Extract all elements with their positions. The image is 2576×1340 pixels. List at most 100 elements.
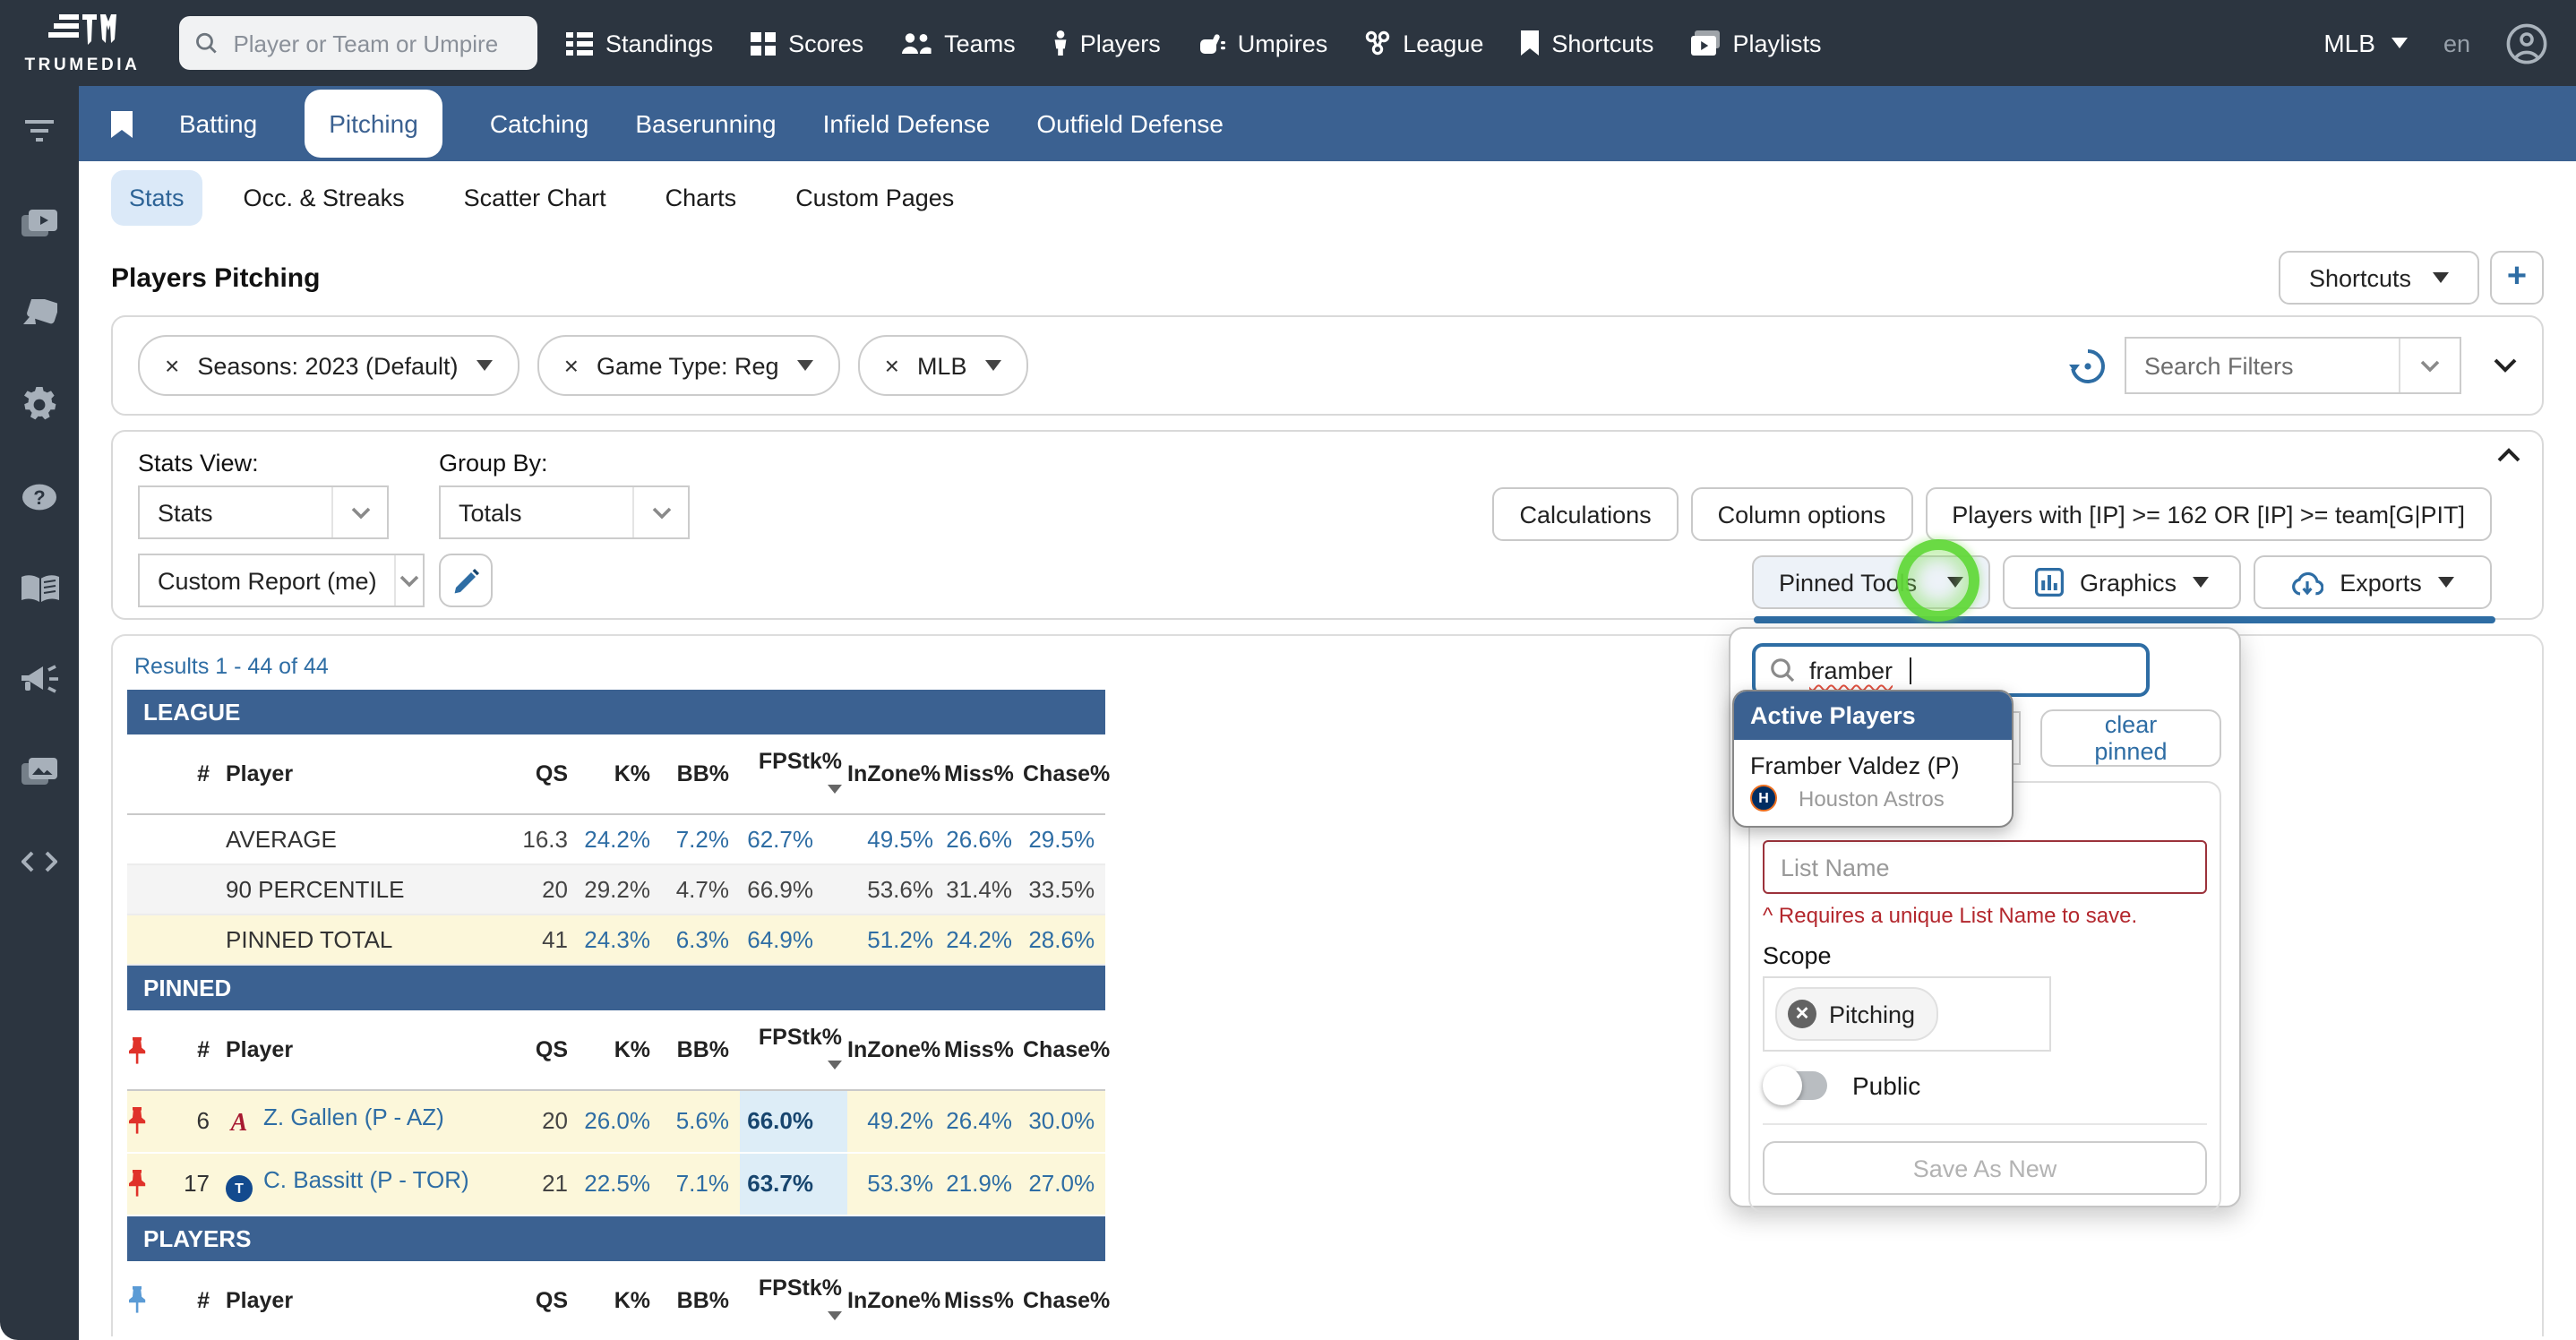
pinned-tools-button[interactable]: Pinned Tools — [1752, 555, 1990, 609]
section-bar-players: PLAYERS — [127, 1215, 1105, 1260]
user-avatar[interactable] — [2506, 22, 2547, 64]
pin-player-search[interactable]: framber — [1752, 643, 2150, 697]
nav-item-standings[interactable]: Standings — [566, 30, 713, 56]
player-filter-expression-button[interactable]: Players with [IP] >= 162 OR [IP] >= team… — [1925, 487, 2492, 541]
column-options-button[interactable]: Column options — [1691, 487, 1913, 541]
remove-filter-icon[interactable]: × — [885, 353, 899, 378]
language-toggle[interactable]: en — [2443, 30, 2470, 56]
scope-box[interactable]: ✕ Pitching — [1763, 976, 2051, 1052]
section-tabs: Batting Pitching Catching Baserunning In… — [79, 86, 2576, 161]
pin-icon-red[interactable] — [127, 1036, 147, 1063]
nav-item-umpires[interactable]: Umpires — [1198, 30, 1328, 56]
nav-item-playlists[interactable]: Playlists — [1691, 30, 1821, 56]
scope-label: Scope — [1763, 942, 2207, 969]
chevron-down-icon — [2391, 38, 2408, 48]
filter-pill-mlb[interactable]: × MLB — [858, 335, 1028, 396]
chevron-down-icon — [2433, 272, 2449, 283]
controls-collapse-chevron[interactable] — [2497, 448, 2520, 462]
nav-item-players[interactable]: Players — [1053, 30, 1161, 56]
open-menu-accent-line — [1754, 616, 2495, 623]
search-filters-select[interactable] — [2125, 337, 2461, 394]
exports-button[interactable]: Exports — [2254, 555, 2492, 609]
announcements-megaphone-icon[interactable] — [20, 659, 59, 699]
remove-filter-icon[interactable]: × — [165, 353, 179, 378]
table-header-row: # Player QS K% BB% FPStk% InZone% Miss% … — [127, 1260, 1105, 1340]
media-gallery-icon[interactable] — [20, 751, 59, 790]
col-inzone-pct[interactable]: InZone% — [847, 734, 944, 814]
remove-scope-icon[interactable]: ✕ — [1788, 1000, 1816, 1028]
clear-pinned-button[interactable]: clear pinned — [2040, 709, 2221, 767]
col-miss-pct[interactable]: Miss% — [944, 734, 1023, 814]
help-icon[interactable]: ? — [20, 477, 59, 516]
pinned-player-row: 6 Z. Gallen (P - AZ) 20 26.0% 5.6% 66.0%… — [127, 1090, 1105, 1152]
group-by-select[interactable]: Totals — [439, 485, 690, 539]
nav-item-shortcuts[interactable]: Shortcuts — [1521, 30, 1653, 56]
search-filters-input[interactable] — [2126, 352, 2399, 379]
tab-outfield-defense[interactable]: Outfield Defense — [1036, 86, 1224, 161]
stats-view-select[interactable]: Stats — [138, 485, 389, 539]
col-qs[interactable]: QS — [500, 734, 579, 814]
league-90th-percentile-row: 90 PERCENTILE 20 29.2% 4.7% 66.9% 53.6% … — [127, 864, 1105, 915]
video-playlists-icon[interactable] — [20, 202, 59, 242]
pinned-player-row: 17 C. Bassitt (P - TOR) 21 22.5% 7.1% 63… — [127, 1152, 1105, 1215]
player-link[interactable]: C. Bassitt (P - TOR) — [263, 1165, 469, 1192]
tab-occ-streaks[interactable]: Occ. & Streaks — [226, 169, 423, 225]
tab-pitching[interactable]: Pitching — [304, 90, 443, 158]
presentation-icon[interactable] — [20, 294, 59, 333]
custom-report-select[interactable]: Custom Report (me) — [138, 554, 425, 607]
col-chase-pct[interactable]: Chase% — [1023, 734, 1105, 814]
save-as-new-button[interactable]: Save As New — [1763, 1141, 2207, 1195]
stats-table: LEAGUE # Player QS K% BB% FPStk% InZone%… — [127, 690, 1105, 1340]
tab-scatter-chart[interactable]: Scatter Chart — [446, 169, 624, 225]
filter-pill-seasons[interactable]: × Seasons: 2023 (Default) — [138, 335, 519, 396]
tab-charts[interactable]: Charts — [648, 169, 755, 225]
playlists-icon — [1691, 30, 1720, 56]
nav-item-scores[interactable]: Scores — [751, 30, 863, 56]
col-player[interactable]: Player — [217, 734, 500, 814]
left-controls: Stats View: Stats Group By: Totals — [138, 450, 690, 600]
filter-history-icon[interactable] — [2069, 347, 2107, 384]
cloud-download-icon — [2291, 569, 2323, 596]
shortcuts-button[interactable]: Shortcuts — [2279, 251, 2479, 305]
suggestion-player[interactable]: Framber Valdez (P) — [1734, 740, 2012, 785]
col-bb-pct[interactable]: BB% — [661, 734, 740, 814]
graphics-button[interactable]: Graphics — [2003, 555, 2241, 609]
tab-batting[interactable]: Batting — [179, 86, 257, 161]
glossary-book-icon[interactable] — [20, 568, 59, 607]
global-search-input[interactable] — [229, 28, 521, 58]
bookmark-icon[interactable] — [111, 110, 133, 137]
pin-icon-blue[interactable] — [127, 1286, 147, 1313]
filter-pill-game-type[interactable]: × Game Type: Reg — [537, 335, 840, 396]
col-k-pct[interactable]: K% — [579, 734, 661, 814]
col-rank[interactable]: # — [170, 734, 217, 814]
chevron-up-icon — [2497, 448, 2520, 462]
calculations-button[interactable]: Calculations — [1493, 487, 1679, 541]
league-selector[interactable]: MLB — [2323, 29, 2408, 57]
global-search[interactable] — [179, 16, 537, 70]
remove-filter-icon[interactable]: × — [564, 353, 579, 378]
scope-chip-pitching: ✕ Pitching — [1775, 987, 1938, 1041]
tab-stats[interactable]: Stats — [111, 169, 202, 225]
public-toggle[interactable] — [1766, 1071, 1827, 1100]
tab-infield-defense[interactable]: Infield Defense — [823, 86, 991, 161]
nav-item-league[interactable]: League — [1365, 30, 1483, 56]
player-link[interactable]: Z. Gallen (P - AZ) — [263, 1104, 444, 1130]
col-fpstk-pct-sorted[interactable]: FPStk% — [740, 734, 847, 814]
embed-code-icon[interactable] — [20, 842, 59, 881]
settings-gear-icon[interactable] — [20, 385, 59, 425]
filter-bar-collapse[interactable] — [2494, 358, 2517, 373]
nav-item-teams[interactable]: Teams — [901, 30, 1016, 56]
suggestion-team: Houston Astros — [1734, 785, 2012, 826]
add-page-button[interactable]: + — [2490, 251, 2544, 305]
list-name-input[interactable] — [1763, 840, 2207, 894]
tab-custom-pages[interactable]: Custom Pages — [777, 169, 972, 225]
tab-baserunning[interactable]: Baserunning — [635, 86, 776, 161]
filter-icon[interactable] — [20, 111, 59, 150]
pin-icon-red[interactable] — [127, 1108, 147, 1135]
search-filters-chevron[interactable] — [2399, 339, 2460, 392]
trumedia-logo[interactable]: TRUMEDIA — [14, 12, 150, 74]
edit-report-button[interactable] — [439, 554, 493, 607]
pin-player-search-value[interactable]: framber — [1809, 657, 1893, 683]
pin-icon-red[interactable] — [127, 1170, 147, 1197]
tab-catching[interactable]: Catching — [490, 86, 589, 161]
